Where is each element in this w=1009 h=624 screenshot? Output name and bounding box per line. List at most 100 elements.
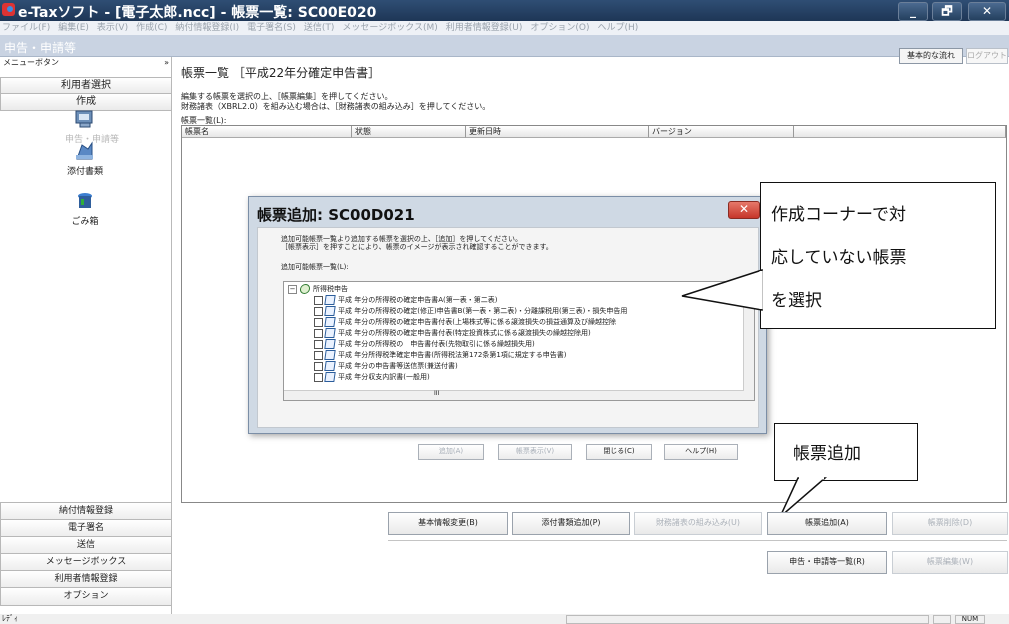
- tree-item-label: 平成 年分の所得税の 申告書付表(先物取引に係る繰越損失用): [338, 340, 535, 348]
- num-lock-indicator: NUM: [955, 615, 985, 624]
- title-bar: e-Taxソフト - [電子太郎.ncc] - 帳票一覧: SC00E020 _…: [0, 0, 1009, 21]
- close-button[interactable]: ✕: [968, 2, 1006, 21]
- document-icon: [324, 306, 336, 316]
- collapse-sidebar-button[interactable]: »: [164, 57, 169, 68]
- tree-root-label: 所得税申告: [313, 285, 348, 293]
- menu-create[interactable]: 作成(C): [136, 23, 167, 33]
- menu-bar: ファイル(F) 編集(E) 表示(V) 作成(C) 納付情報登録(I) 電子署名(S) 送信…: [0, 21, 1009, 35]
- basic-info-change-button[interactable]: 基本情報変更(B): [388, 512, 508, 535]
- section-title: 申告・申請等: [4, 41, 77, 55]
- tree-item-label: 平成 年分の所得税の確定申告書付表(特定投資株式に係る譲渡損失の繰越控除用): [338, 329, 591, 337]
- sidebar-icon-label: ごみ箱: [71, 217, 99, 227]
- add-form-button[interactable]: 帳票追加(A): [767, 512, 887, 535]
- callout-text: 帳票追加: [793, 444, 861, 464]
- sidebar-icon-application[interactable]: 申告・申請等: [65, 109, 119, 145]
- sidebar-item-options[interactable]: オプション: [0, 587, 172, 606]
- section-header: 申告・申請等 基本的な流れ ログアウト: [0, 35, 1009, 64]
- horizontal-scrollbar[interactable]: III: [284, 390, 744, 400]
- dialog-message: ［帳票表示］を押すことにより、帳票のイメージが表示され確認することができます。: [281, 243, 553, 251]
- application-list-button[interactable]: 申告・申請等一覧(R): [767, 551, 887, 574]
- document-icon: [324, 350, 336, 360]
- checkbox[interactable]: [314, 317, 323, 327]
- page-title: 帳票一覧 ［平成22年分確定申告書］: [181, 66, 381, 80]
- column-header-updated[interactable]: 更新日時: [466, 126, 649, 138]
- tree-item[interactable]: 平成 年分の所得税の確定申告書A(第一表・第二表): [314, 295, 497, 306]
- dialog-title: 帳票追加: SC00D021: [257, 206, 415, 224]
- menu-user-info[interactable]: 利用者情報登録(U): [446, 23, 523, 33]
- tree-item-label: 平成 年分所得税準確定申告書(所得税法第172条第1項に規定する申告書): [338, 351, 567, 359]
- dialog-show-form-button[interactable]: 帳票表示(V): [498, 444, 572, 460]
- tree-item[interactable]: 平成 年分所得税準確定申告書(所得税法第172条第1項に規定する申告書): [314, 350, 567, 361]
- dialog-help-button[interactable]: ヘルプ(H): [664, 444, 738, 460]
- document-icon: [324, 361, 336, 371]
- instruction-text: 財務諸表（XBRL2.0）を組み込む場合は、［財務諸表の組み込み］を押してくださ…: [181, 102, 491, 111]
- delete-form-button[interactable]: 帳票削除(D): [892, 512, 1008, 535]
- tree-item[interactable]: 平成 年分の所得税の確定申告書付表(特定投資株式に係る譲渡損失の繰越控除用): [314, 328, 591, 339]
- status-text: ﾚﾃﾞｨ: [2, 614, 18, 623]
- document-icon: [324, 317, 336, 327]
- menu-send[interactable]: 送信(T): [304, 23, 335, 33]
- tree-item[interactable]: 平成 年分の申告書等送信票(兼送付書): [314, 361, 458, 372]
- dialog-close-text-button[interactable]: 閉じる(C): [586, 444, 652, 460]
- divider: [388, 540, 1007, 541]
- tree-item[interactable]: 平成 年分の所得税の確定申告書付表(上場株式等に係る譲渡損失の損益通算及び繰越控…: [314, 317, 616, 328]
- checkbox[interactable]: [314, 339, 323, 349]
- sidebar-menu-label: メニューボタン: [3, 58, 59, 67]
- dialog-add-button[interactable]: 追加(A): [418, 444, 484, 460]
- checkbox[interactable]: [314, 306, 323, 316]
- basic-flow-button[interactable]: 基本的な流れ: [899, 48, 963, 64]
- menu-options[interactable]: オプション(O): [530, 23, 589, 33]
- tree-item-label: 平成 年分の所得税の確定申告書付表(上場株式等に係る譲渡損失の損益通算及び繰越控…: [338, 318, 616, 326]
- sidebar: メニューボタン » 利用者選択 作成 申告・申請等 添付書類 ごみ箱 納付情報登…: [0, 57, 172, 624]
- tree-item-label: 平成 年分収支内訳書(一般用): [338, 373, 430, 381]
- status-bar: ﾚﾃﾞｨ NUM: [0, 614, 1009, 624]
- checkbox[interactable]: [314, 350, 323, 360]
- menu-file[interactable]: ファイル(F): [2, 23, 50, 33]
- folder-icon: [299, 284, 311, 294]
- attachment-icon: [76, 141, 93, 160]
- status-panel: [933, 615, 951, 624]
- tree-item[interactable]: 平成 年分の所得税の 申告書付表(先物取引に係る繰越損失用): [314, 339, 535, 350]
- attach-document-button[interactable]: 添付書類追加(P): [512, 512, 630, 535]
- edit-form-button[interactable]: 帳票編集(W): [892, 551, 1008, 574]
- status-panel: [566, 615, 929, 624]
- trash-icon: [78, 193, 92, 208]
- tree-item-label: 平成 年分の所得税の確定(修正)申告書B(第一表・第二表)・分離課税用(第三表)…: [338, 307, 628, 315]
- menu-message-box[interactable]: メッセージボックス(M): [342, 23, 437, 33]
- collapse-icon[interactable]: −: [288, 285, 297, 294]
- menu-signature[interactable]: 電子署名(S): [247, 23, 296, 33]
- checkbox[interactable]: [314, 328, 323, 338]
- financial-statements-button[interactable]: 財務諸表の組み込み(U): [634, 512, 762, 535]
- tree-item[interactable]: 平成 年分の所得税の確定(修正)申告書B(第一表・第二表)・分離課税用(第三表)…: [314, 306, 627, 317]
- addable-list-label: 追加可能帳票一覧(L):: [281, 263, 349, 271]
- tree-item-label: 平成 年分の所得税の確定申告書A(第一表・第二表): [338, 296, 498, 304]
- menu-help[interactable]: ヘルプ(H): [597, 23, 638, 33]
- sidebar-icon-trash[interactable]: ごみ箱: [65, 191, 105, 227]
- menu-view[interactable]: 表示(V): [97, 23, 128, 33]
- logout-button[interactable]: ログアウト: [966, 48, 1008, 64]
- tree-root[interactable]: − 所得税申告: [288, 284, 348, 295]
- checkbox[interactable]: [314, 361, 323, 371]
- menu-edit[interactable]: 編集(E): [58, 23, 89, 33]
- callout-dialog-note: 作成コーナーで対 応していない帳票 を選択: [760, 182, 996, 329]
- app-icon: [2, 3, 15, 16]
- checkbox[interactable]: [314, 372, 323, 382]
- callout-text: 応していない帳票: [771, 248, 907, 268]
- minimize-button[interactable]: _: [898, 2, 928, 21]
- checkbox[interactable]: [314, 295, 323, 305]
- document-icon: [324, 328, 336, 338]
- form-icon: [75, 110, 93, 128]
- menu-payment[interactable]: 納付情報登録(I): [175, 23, 239, 33]
- callout-text: を選択: [771, 291, 822, 311]
- column-header-empty: [794, 126, 1006, 138]
- dialog-body: 追加可能帳票一覧より追加する帳票を選択の上、［追加］を押してください。 ［帳票表…: [257, 227, 759, 460]
- tree-item[interactable]: 平成 年分収支内訳書(一般用): [314, 372, 430, 383]
- sidebar-icon-attachment[interactable]: 添付書類: [65, 141, 105, 177]
- column-header-form-name[interactable]: 帳票名: [182, 126, 352, 138]
- document-icon: [324, 372, 336, 382]
- column-header-status[interactable]: 状態: [352, 126, 466, 138]
- scroll-thumb[interactable]: III: [434, 390, 439, 397]
- dialog-close-button[interactable]: ✕: [728, 201, 760, 219]
- column-header-version[interactable]: バージョン: [649, 126, 794, 138]
- maximize-button[interactable]: 🗗: [932, 2, 962, 21]
